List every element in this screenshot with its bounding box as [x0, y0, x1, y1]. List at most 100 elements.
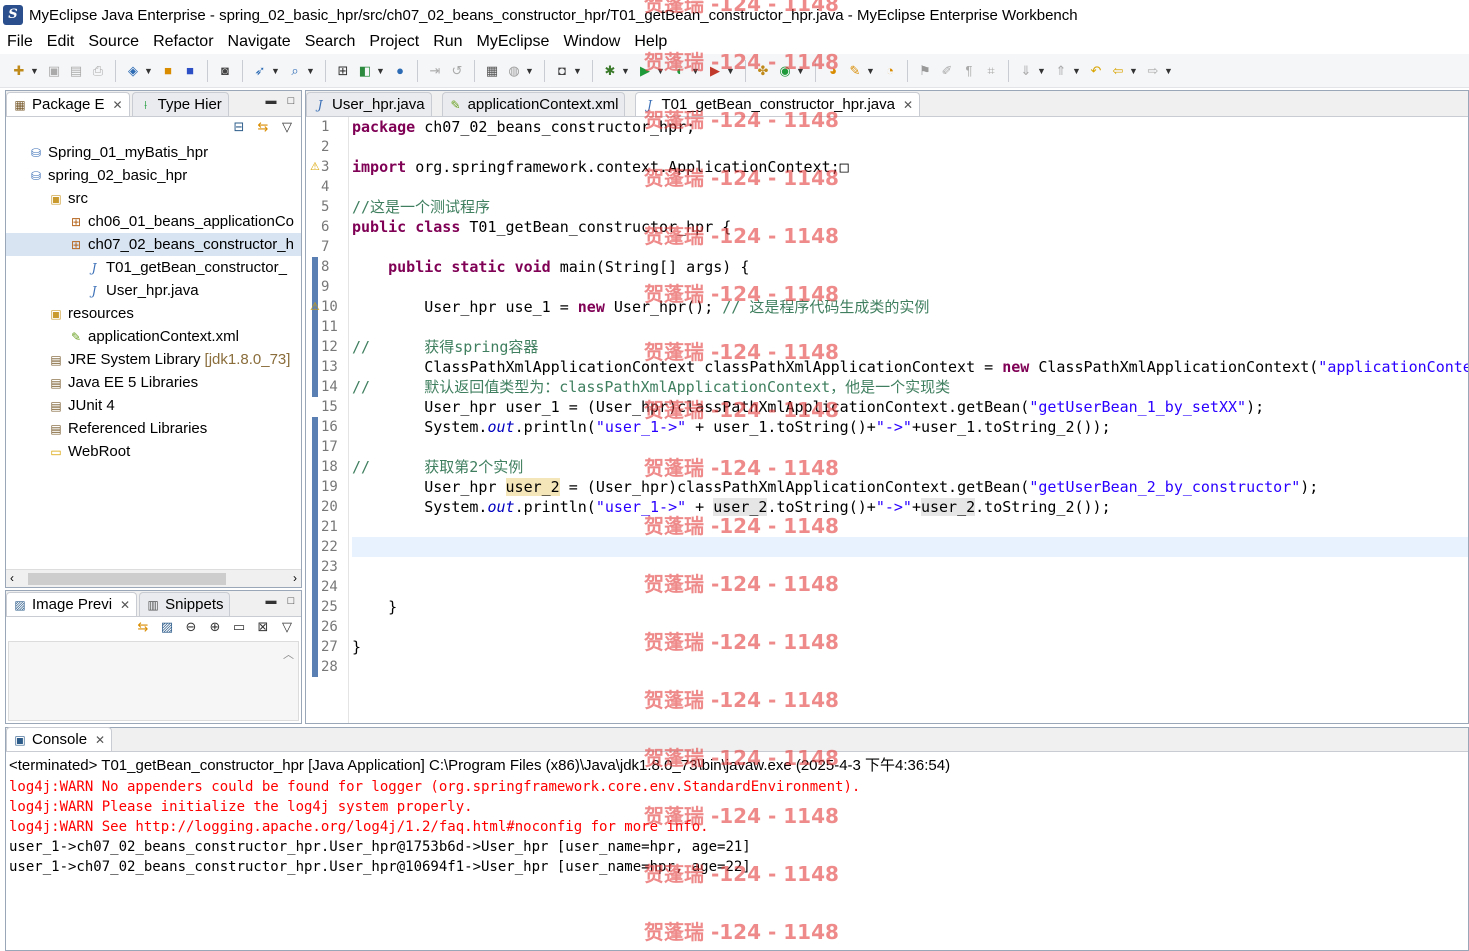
code-line[interactable]: [352, 237, 1468, 257]
maximize-icon[interactable]: □: [285, 595, 297, 607]
code-line[interactable]: [352, 137, 1468, 157]
code-line[interactable]: [352, 617, 1468, 637]
next-annotation-icon[interactable]: ⇓: [1017, 62, 1035, 80]
tree-item[interactable]: ⊞ ch06_01_beans_applicationCo: [6, 210, 301, 233]
tab-snippets[interactable]: ▥ Snippets: [139, 592, 231, 616]
code-line[interactable]: [352, 557, 1468, 577]
console-output[interactable]: log4j:WARN No appenders could be found f…: [9, 777, 1468, 877]
run-server-icon[interactable]: ◧: [356, 62, 374, 80]
new-java-project-icon[interactable]: ✤: [754, 62, 772, 80]
code-line[interactable]: [352, 577, 1468, 597]
warning-icon[interactable]: ⚠: [310, 159, 320, 175]
tab-type-hier[interactable]: ⟊ Type Hier: [131, 92, 229, 116]
chevron-down-icon[interactable]: ▼: [1164, 62, 1173, 80]
view-menu-icon[interactable]: ▽: [279, 119, 295, 135]
zoom-out-icon[interactable]: ⊖: [183, 619, 199, 635]
external-tools-icon[interactable]: ▶: [706, 62, 724, 80]
code-line[interactable]: [352, 517, 1468, 537]
database-icon[interactable]: ⊞: [334, 62, 352, 80]
warning-icon[interactable]: ⚠: [310, 299, 320, 315]
tree-item[interactable]: ⛁ spring_02_basic_hpr: [6, 164, 301, 187]
code-line[interactable]: public class T01_getBean_constructor_hpr…: [352, 217, 1468, 237]
horizontal-scrollbar[interactable]: ‹ ›: [6, 569, 301, 587]
tree-item[interactable]: ▤ JRE System Library [jdk1.8.0_73]: [6, 348, 301, 371]
web-service-icon[interactable]: ▦: [483, 62, 501, 80]
code-line[interactable]: import org.springframework.context.Appli…: [352, 157, 1468, 177]
tree-item[interactable]: ▤ JUnit 4: [6, 394, 301, 417]
code-line[interactable]: }: [352, 597, 1468, 617]
code-line[interactable]: User_hpr user_1 = (User_hpr)classPathXml…: [352, 397, 1468, 417]
deploy-icon[interactable]: ➶: [251, 62, 269, 80]
code-line[interactable]: [352, 537, 1468, 557]
new-class-icon[interactable]: ◉: [776, 62, 794, 80]
chevron-down-icon[interactable]: ▼: [796, 62, 805, 80]
step-icon[interactable]: ⇥: [426, 62, 444, 80]
code-line[interactable]: User_hpr user_2 = (User_hpr)classPathXml…: [352, 477, 1468, 497]
zoom-in-icon[interactable]: ⊕: [207, 619, 223, 635]
tree-item[interactable]: ▤ Referenced Libraries: [6, 417, 301, 440]
chevron-down-icon[interactable]: ▼: [525, 62, 534, 80]
chevron-down-icon[interactable]: ▼: [1037, 62, 1046, 80]
new-icon[interactable]: ✚: [10, 62, 28, 80]
code-line[interactable]: [352, 177, 1468, 197]
mark-occurrences-icon[interactable]: ✐: [938, 62, 956, 80]
scroll-left-icon[interactable]: ‹: [10, 571, 14, 585]
tree-item[interactable]: ▭ WebRoot: [6, 440, 301, 463]
chevron-down-icon[interactable]: ▼: [271, 62, 280, 80]
print-icon[interactable]: ⎙: [89, 62, 107, 80]
tree-item[interactable]: ✎ applicationContext.xml: [6, 325, 301, 348]
toggle-breadcrumb-icon[interactable]: ⚑: [916, 62, 934, 80]
new-wizard-icon[interactable]: ◈: [124, 62, 142, 80]
code-line[interactable]: //这是一个测试程序: [352, 197, 1468, 217]
menu-source[interactable]: Source: [81, 33, 146, 51]
tree-item[interactable]: ⛁ Spring_01_myBatis_hpr: [6, 141, 301, 164]
chevron-down-icon[interactable]: ▼: [573, 62, 582, 80]
menu-refactor[interactable]: Refactor: [146, 33, 220, 51]
editor-tab[interactable]: J T01_getBean_constructor_hpr.java ✕: [635, 92, 921, 116]
code-line[interactable]: [352, 657, 1468, 677]
last-edit-icon[interactable]: ↶: [1087, 62, 1105, 80]
camera-icon[interactable]: ◘: [553, 62, 571, 80]
code-line[interactable]: public static void main(String[] args) {: [352, 257, 1468, 277]
chevron-down-icon[interactable]: ▼: [30, 62, 39, 80]
step-return-icon[interactable]: ↺: [448, 62, 466, 80]
tree-item[interactable]: ▣ resources: [6, 302, 301, 325]
show-whitespace-icon[interactable]: ¶: [960, 62, 978, 80]
code-line[interactable]: // 默认返回值类型为：classPathXmlApplicationConte…: [352, 377, 1468, 397]
globe-icon[interactable]: ◍: [505, 62, 523, 80]
forward-icon[interactable]: ⇨: [1144, 62, 1162, 80]
pencil-icon[interactable]: ✎: [846, 62, 864, 80]
close-icon[interactable]: ✕: [113, 98, 123, 112]
code-line[interactable]: [352, 437, 1468, 457]
open-type-icon[interactable]: ■: [159, 62, 177, 80]
tree-item[interactable]: ▤ Java EE 5 Libraries: [6, 371, 301, 394]
link-with-editor-icon[interactable]: ⇆: [255, 119, 271, 135]
chevron-down-icon[interactable]: ▼: [691, 62, 700, 80]
scroll-right-icon[interactable]: ›: [293, 571, 297, 585]
minimize-icon[interactable]: ▬: [265, 95, 277, 107]
minimize-icon[interactable]: ▬: [265, 595, 277, 607]
code-line[interactable]: [352, 277, 1468, 297]
code-line[interactable]: User_hpr use_1 = new User_hpr(); // 这是程序…: [352, 297, 1468, 317]
collapse-all-icon[interactable]: ⊟: [231, 119, 247, 135]
menu-window[interactable]: Window: [556, 33, 627, 51]
code-line[interactable]: // 获取第2个实例: [352, 457, 1468, 477]
chevron-down-icon[interactable]: ▼: [656, 62, 665, 80]
code-area[interactable]: package ch07_02_beans_constructor_hpr; im…: [352, 117, 1468, 723]
server-icon[interactable]: ◙: [216, 62, 234, 80]
close-icon[interactable]: ✕: [120, 598, 130, 612]
menu-navigate[interactable]: Navigate: [221, 33, 298, 51]
save-icon[interactable]: ▣: [45, 62, 63, 80]
menu-help[interactable]: Help: [627, 33, 674, 51]
code-line[interactable]: // 获得spring容器: [352, 337, 1468, 357]
close-icon[interactable]: ✕: [903, 98, 913, 112]
debug-icon[interactable]: ✱: [601, 62, 619, 80]
open-resource-icon[interactable]: ■: [181, 62, 199, 80]
search-icon[interactable]: ◔: [881, 62, 899, 80]
chevron-down-icon[interactable]: ▼: [376, 62, 385, 80]
menu-search[interactable]: Search: [298, 33, 363, 51]
tree-item[interactable]: ▣ src: [6, 187, 301, 210]
previous-annotation-icon[interactable]: ⇑: [1052, 62, 1070, 80]
fit-window-icon[interactable]: ⊠: [255, 619, 271, 635]
save-all-icon[interactable]: ▤: [67, 62, 85, 80]
